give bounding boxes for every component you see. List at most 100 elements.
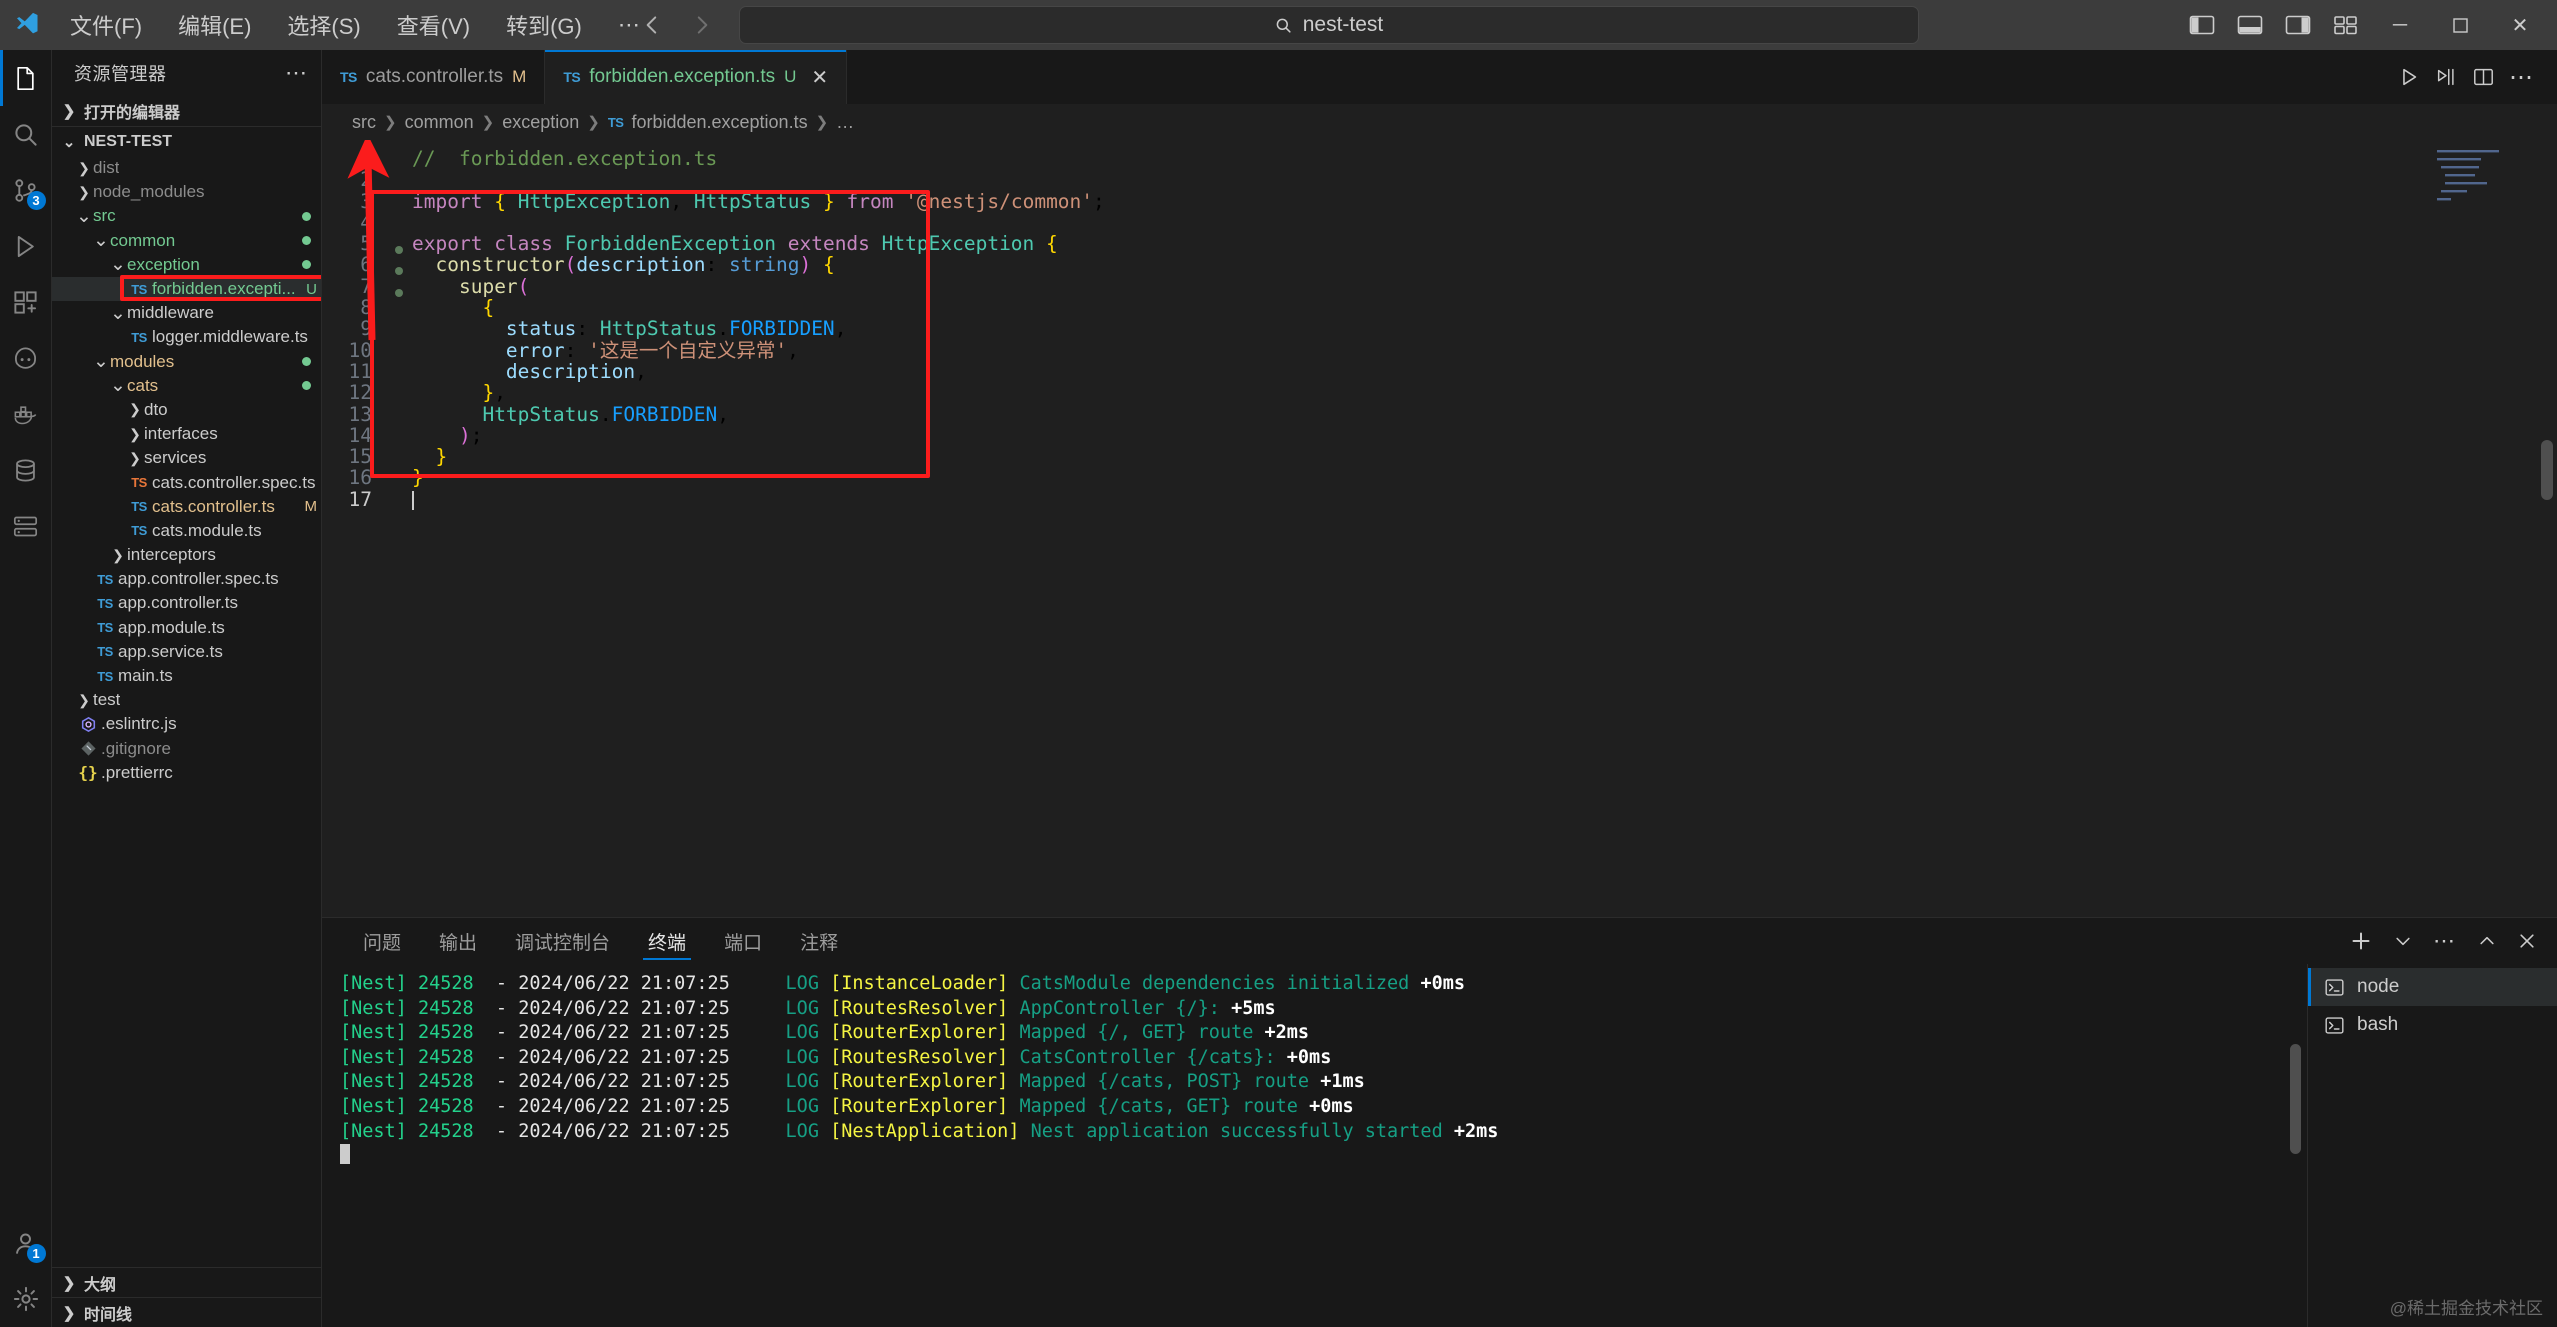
code-line: error: '这是一个自定义异常', — [505, 338, 799, 362]
open-editors-label: 打开的编辑器 — [84, 105, 181, 122]
window-minimize-button[interactable]: ─ — [2373, 0, 2427, 50]
activity-item-copilot[interactable] — [0, 330, 52, 386]
tree-item[interactable]: TS cats.controller.spec.ts — [52, 470, 321, 494]
tree-item[interactable]: TS cats.controller.ts M — [52, 495, 321, 519]
tree-item[interactable]: ⌄ common — [52, 229, 321, 253]
tree-item[interactable]: .eslintrc.js — [52, 712, 321, 736]
editor-tab-cats-controller[interactable]: TS cats.controller.ts M — [322, 50, 546, 104]
panel-tab-problems[interactable]: 问题 — [344, 918, 420, 964]
tree-item[interactable]: ❯ interfaces — [52, 422, 321, 446]
breadcrumb-item-exception[interactable]: exception — [502, 112, 579, 133]
activity-item-settings[interactable] — [0, 1271, 52, 1327]
chevron-down-icon: ⌄ — [110, 302, 126, 324]
toggle-primary-sidebar-icon[interactable] — [2181, 5, 2223, 45]
ellipsis-icon[interactable]: ⋯ — [2433, 928, 2457, 954]
section-open-editors[interactable]: ❯ 打开的编辑器 — [52, 96, 321, 126]
new-terminal-icon[interactable] — [2349, 929, 2373, 953]
activity-item-database[interactable] — [0, 442, 52, 498]
editor-vertical-scrollbar[interactable] — [2541, 440, 2553, 500]
section-outline[interactable]: ❯ 大纲 — [52, 1267, 321, 1297]
activity-item-source-control[interactable]: 3 — [0, 162, 52, 218]
activity-item-search[interactable] — [0, 106, 52, 162]
file-tree[interactable]: ❯ dist ❯ node_modules ⌄ src ⌄ common ⌄ exception T… — [52, 156, 321, 1267]
tree-item[interactable]: TS logger.middleware.ts — [52, 325, 321, 349]
toggle-secondary-sidebar-icon[interactable] — [2277, 5, 2319, 45]
editor-tab-forbidden-exception[interactable]: TS forbidden.exception.ts U ✕ — [545, 50, 848, 104]
tree-item[interactable]: .gitignore — [52, 737, 321, 761]
tree-item[interactable]: TS cats.module.ts — [52, 519, 321, 543]
ellipsis-icon[interactable]: ⋯ — [285, 60, 309, 86]
menu-selection[interactable]: 选择(S) — [269, 3, 378, 47]
toggle-panel-icon[interactable] — [2229, 5, 2271, 45]
tree-item[interactable]: ⌄ src — [52, 204, 321, 228]
menu-go[interactable]: 转到(G) — [488, 3, 600, 47]
outline-label: 大纲 — [84, 1276, 117, 1294]
tree-item[interactable]: ❯ services — [52, 446, 321, 470]
activity-item-remote-explorer[interactable] — [0, 498, 52, 554]
tree-item[interactable]: TS forbidden.excepti... U — [52, 274, 321, 302]
panel-tab-debug-console[interactable]: 调试控制台 — [496, 918, 629, 964]
activity-item-run-and-debug[interactable] — [0, 218, 52, 274]
customize-layout-icon[interactable] — [2325, 5, 2367, 45]
chevron-down-icon[interactable] — [2393, 931, 2413, 951]
line-number: 11 — [348, 359, 372, 383]
menu-edit[interactable]: 编辑(E) — [160, 3, 269, 47]
terminal-instance-node[interactable]: node — [2308, 968, 2557, 1006]
tree-item[interactable]: ❯ node_modules — [52, 180, 321, 204]
breadcrumb-item-common[interactable]: common — [405, 112, 474, 133]
command-center-search[interactable]: nest-test — [738, 6, 1919, 44]
close-icon[interactable] — [2517, 931, 2537, 951]
tree-item[interactable]: ⌄ middleware — [52, 301, 321, 325]
chevron-up-icon[interactable] — [2477, 931, 2497, 951]
panel-tab-ports[interactable]: 端口 — [705, 918, 781, 964]
fold-gutter[interactable] — [386, 148, 412, 518]
tree-item[interactable]: TS app.module.ts — [52, 616, 321, 640]
menu-file[interactable]: 文件(F) — [52, 3, 160, 47]
line-number: 14 — [348, 423, 372, 447]
breadcrumb-item-src[interactable]: src — [352, 112, 376, 133]
terminal-icon — [2324, 1015, 2345, 1036]
code-lines[interactable]: // forbidden.exception.ts import { HttpE… — [412, 148, 2557, 518]
minimap[interactable] — [2437, 140, 2557, 917]
tree-item[interactable]: TS app.controller.ts — [52, 591, 321, 615]
tree-item[interactable]: ⌄ exception — [52, 253, 321, 277]
section-project-root[interactable]: ⌄ NEST-TEST — [52, 126, 321, 156]
section-timeline[interactable]: ❯ 时间线 — [52, 1297, 321, 1327]
activity-item-accounts[interactable]: 1 — [0, 1215, 52, 1271]
terminal-line: [Nest] 24528 - 2024/06/22 21:07:25 LOG [… — [340, 1071, 1365, 1093]
tree-item[interactable]: TS main.ts — [52, 664, 321, 688]
tree-item[interactable]: ❯ interceptors — [52, 543, 321, 567]
tree-item[interactable]: ❯ dist — [52, 156, 321, 180]
tree-item[interactable]: TS app.controller.spec.ts — [52, 567, 321, 591]
tree-item[interactable]: {} .prettierrc — [52, 761, 321, 785]
run-icon[interactable] — [2398, 66, 2420, 88]
terminal-instance-bash[interactable]: bash — [2308, 1006, 2557, 1044]
panel-tab-output[interactable]: 输出 — [420, 918, 496, 964]
split-editor-icon[interactable] — [2472, 66, 2495, 88]
window-close-button[interactable]: ✕ — [2493, 0, 2547, 50]
panel-tab-terminal[interactable]: 终端 — [629, 918, 705, 964]
tree-item[interactable]: TS app.service.ts — [52, 640, 321, 664]
tree-item[interactable]: ⌄ modules — [52, 350, 321, 374]
code-line: { — [482, 296, 495, 320]
window-maximize-button[interactable] — [2433, 0, 2487, 50]
tree-item[interactable]: ❯ dto — [52, 398, 321, 422]
panel-tab-comments[interactable]: 注释 — [781, 918, 857, 964]
split-run-icon[interactable] — [2434, 66, 2458, 88]
more-actions-icon[interactable]: ⋯ — [2509, 63, 2535, 92]
activity-item-extensions[interactable] — [0, 274, 52, 330]
eslint-icon — [75, 716, 101, 733]
activity-item-explorer[interactable] — [0, 50, 52, 106]
navigate-back-button[interactable] — [639, 12, 673, 38]
breadcrumb-item-file[interactable]: forbidden.exception.ts — [631, 112, 807, 133]
code-editor[interactable]: 1 2 3 4 5 6 7 8 9 10 11 12 13 14 15 16 17 // forbidden.e… — [322, 140, 2557, 917]
close-icon[interactable]: ✕ — [811, 65, 828, 90]
tree-item[interactable]: ❯ test — [52, 688, 321, 712]
terminal-output[interactable]: [Nest] 24528 - 2024/06/22 21:07:25 LOG [… — [322, 964, 2307, 1327]
breadcrumb-item-more[interactable]: … — [836, 112, 854, 133]
activity-item-docker[interactable] — [0, 386, 52, 442]
navigate-forward-button[interactable] — [689, 12, 723, 38]
menu-view[interactable]: 查看(V) — [379, 3, 488, 47]
tree-item[interactable]: ⌄ cats — [52, 374, 321, 398]
terminal-scrollbar[interactable] — [2290, 1044, 2301, 1154]
